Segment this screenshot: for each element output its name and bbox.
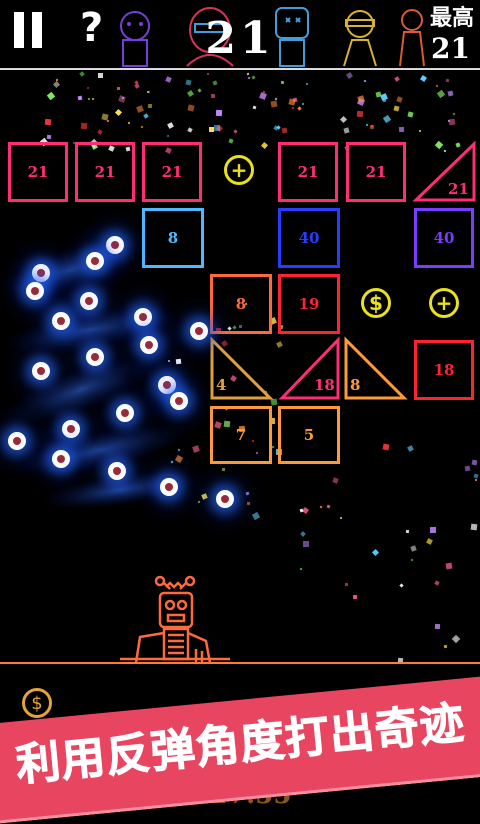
coin-pickup-icon: $ xyxy=(361,288,391,318)
triangle-value: 21 xyxy=(448,180,469,198)
ball xyxy=(86,348,104,366)
ball xyxy=(52,312,70,330)
ball xyxy=(86,252,104,270)
ball xyxy=(62,420,80,438)
particle xyxy=(340,516,343,520)
particle xyxy=(299,567,303,571)
ball xyxy=(134,308,152,326)
ball xyxy=(216,490,234,508)
triangle-bricks xyxy=(210,140,476,400)
plus-ball-pickup-icon: + xyxy=(224,155,254,185)
ball xyxy=(116,404,134,422)
ball xyxy=(158,376,176,394)
coin-icon: $ xyxy=(22,688,52,718)
particle xyxy=(344,582,348,587)
particle xyxy=(470,523,477,531)
ball xyxy=(140,336,158,354)
ball xyxy=(170,392,188,410)
particle xyxy=(434,623,441,629)
floor-line xyxy=(0,662,480,664)
ball xyxy=(32,264,50,282)
particle xyxy=(405,530,410,534)
particle xyxy=(429,527,436,534)
particle xyxy=(410,558,413,562)
plus-ball-pickup-icon: + xyxy=(429,288,459,318)
particle xyxy=(326,504,331,509)
ball xyxy=(80,292,98,310)
pickup-symbol: $ xyxy=(369,291,383,315)
ball xyxy=(32,362,50,380)
particle xyxy=(399,582,404,588)
ball xyxy=(190,322,208,340)
ball xyxy=(106,236,124,254)
coin-symbol: $ xyxy=(31,692,43,714)
particle xyxy=(300,530,307,537)
particle xyxy=(451,634,461,643)
robot-launcher-icon xyxy=(120,575,230,664)
particle xyxy=(302,541,309,548)
particle xyxy=(319,505,323,509)
particle xyxy=(352,594,357,600)
particle xyxy=(445,562,453,570)
particle xyxy=(426,537,433,545)
triangle-value: 8 xyxy=(350,376,361,394)
particle xyxy=(410,544,417,552)
particle xyxy=(443,644,447,648)
pickup-symbol: + xyxy=(435,291,453,315)
ball xyxy=(108,462,126,480)
triangle-value: 4 xyxy=(216,376,227,394)
ball xyxy=(160,478,178,496)
particle xyxy=(433,580,440,586)
triangle-value: 18 xyxy=(314,376,335,394)
ball xyxy=(52,450,70,468)
particle xyxy=(371,549,379,557)
ball xyxy=(26,282,44,300)
pickup-symbol: + xyxy=(230,158,248,182)
ball xyxy=(8,432,26,450)
